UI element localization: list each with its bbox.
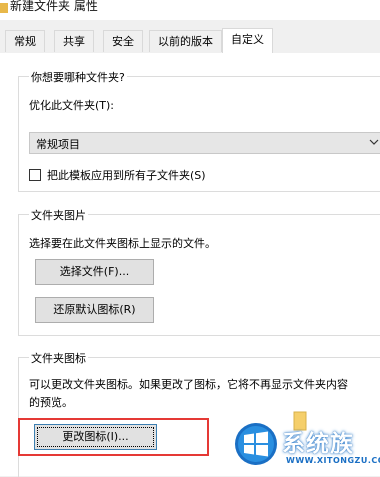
folder-picture-group: 文件夹图片 选择要在此文件夹图标上显示的文件。 选择文件(F)... 还原默认图… <box>18 207 380 336</box>
folder-type-group-title: 你想要哪种文件夹? <box>29 69 127 85</box>
apply-subfolders-label[interactable]: 把此模板应用到所有子文件夹(S) <box>47 167 206 183</box>
watermark-brand: 系统族 <box>282 431 354 457</box>
restore-default-button[interactable]: 还原默认图标(R) <box>35 297 154 323</box>
title-bar: 新建文件夹 属性 <box>0 0 380 20</box>
folder-type-group: 你想要哪种文件夹? 优化此文件夹(T): 常规项目 把此模板应用到所有子文件夹(… <box>18 69 380 192</box>
folder-icon-description-line2: 的预览。 <box>29 396 73 409</box>
choose-file-button[interactable]: 选择文件(F)... <box>35 259 154 285</box>
folder-picture-description: 选择要在此文件夹图标上显示的文件。 <box>29 237 216 250</box>
folder-icon <box>0 1 8 16</box>
tab-bar: 常规 共享 安全 以前的版本 自定义 <box>0 28 380 54</box>
windows-logo-icon <box>234 422 278 469</box>
tab-customize[interactable]: 自定义 <box>222 28 273 54</box>
folder-icon-description-line1: 可以更改文件夹图标。如果更改了图标，它将不再显示文件夹内容 <box>29 378 348 391</box>
optimize-folder-select[interactable]: 常规项目 <box>29 132 380 154</box>
tab-sharing[interactable]: 共享 <box>54 30 94 52</box>
window-title: 新建文件夹 属性 <box>10 0 98 13</box>
chevron-down-icon <box>368 137 380 150</box>
optimize-folder-value: 常规项目 <box>36 138 80 151</box>
optimize-label: 优化此文件夹(T): <box>29 99 115 112</box>
tab-security[interactable]: 安全 <box>103 30 143 52</box>
tab-general[interactable]: 常规 <box>5 30 45 52</box>
folder-icon-group-title: 文件夹图标 <box>29 350 88 366</box>
watermark-url: WWW.XITONGZU.COM <box>286 456 380 465</box>
apply-subfolders-checkbox[interactable] <box>29 169 41 181</box>
highlight-annotation <box>18 418 209 456</box>
folder-picture-group-title: 文件夹图片 <box>29 207 88 223</box>
watermark: 系统族 WWW.XITONGZU.COM <box>226 408 380 476</box>
tab-previous-versions[interactable]: 以前的版本 <box>149 30 222 52</box>
